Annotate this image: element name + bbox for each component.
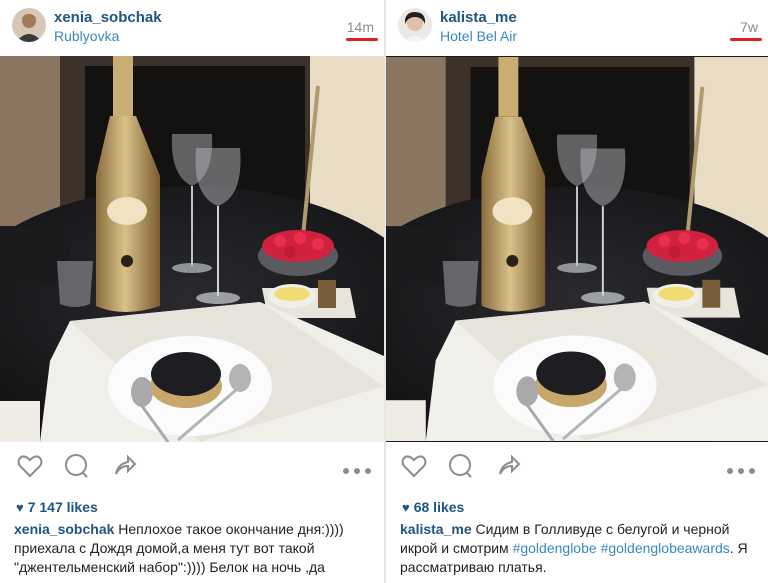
post-left: xenia_sobchak Rublyovka 14m ♥ 7 147 like… <box>0 0 384 583</box>
location[interactable]: Hotel Bel Air <box>440 28 517 44</box>
more-options-icon[interactable] <box>342 462 372 474</box>
post-actions <box>386 448 768 488</box>
username[interactable]: xenia_sobchak <box>54 9 162 26</box>
hashtag[interactable]: #goldenglobeawards <box>601 540 730 556</box>
more-options-icon[interactable] <box>726 462 756 474</box>
post-right: kalista_me Hotel Bel Air 7w ♥ 68 likes k… <box>386 0 768 583</box>
time-highlight <box>346 38 378 41</box>
comment-icon[interactable] <box>62 452 90 480</box>
share-icon[interactable] <box>494 452 522 480</box>
comment-icon[interactable] <box>446 452 474 480</box>
caption-username[interactable]: xenia_sobchak <box>14 521 114 537</box>
heart-icon[interactable] <box>400 452 428 480</box>
likes-text: 7 147 likes <box>27 499 98 515</box>
post-header: xenia_sobchak Rublyovka 14m <box>0 0 384 54</box>
likes-count[interactable]: ♥ 68 likes <box>402 499 464 515</box>
username[interactable]: kalista_me <box>440 9 517 26</box>
caption-username[interactable]: kalista_me <box>400 521 472 537</box>
post-time: 14m <box>346 19 374 35</box>
share-icon[interactable] <box>110 452 138 480</box>
caption: kalista_me Сидим в Голливуде с белугой и… <box>400 520 758 577</box>
likes-count[interactable]: ♥ 7 147 likes <box>16 499 98 515</box>
post-header: kalista_me Hotel Bel Air 7w <box>386 0 768 54</box>
caption: xenia_sobchak Неплохое такое окончание д… <box>14 520 374 577</box>
post-actions <box>0 448 384 488</box>
time-highlight <box>730 38 762 41</box>
avatar[interactable] <box>398 8 432 42</box>
avatar[interactable] <box>12 8 46 42</box>
post-photo[interactable] <box>386 56 768 442</box>
location[interactable]: Rublyovka <box>54 28 119 44</box>
comparison-screenshot: xenia_sobchak Rublyovka 14m ♥ 7 147 like… <box>0 0 768 583</box>
likes-heart-icon: ♥ <box>402 500 410 515</box>
hashtag[interactable]: #goldenglobe <box>513 540 597 556</box>
post-photo[interactable] <box>0 56 384 442</box>
likes-text: 68 likes <box>413 499 465 515</box>
post-time: 7w <box>740 19 758 35</box>
heart-icon[interactable] <box>16 452 44 480</box>
likes-heart-icon: ♥ <box>16 500 24 515</box>
